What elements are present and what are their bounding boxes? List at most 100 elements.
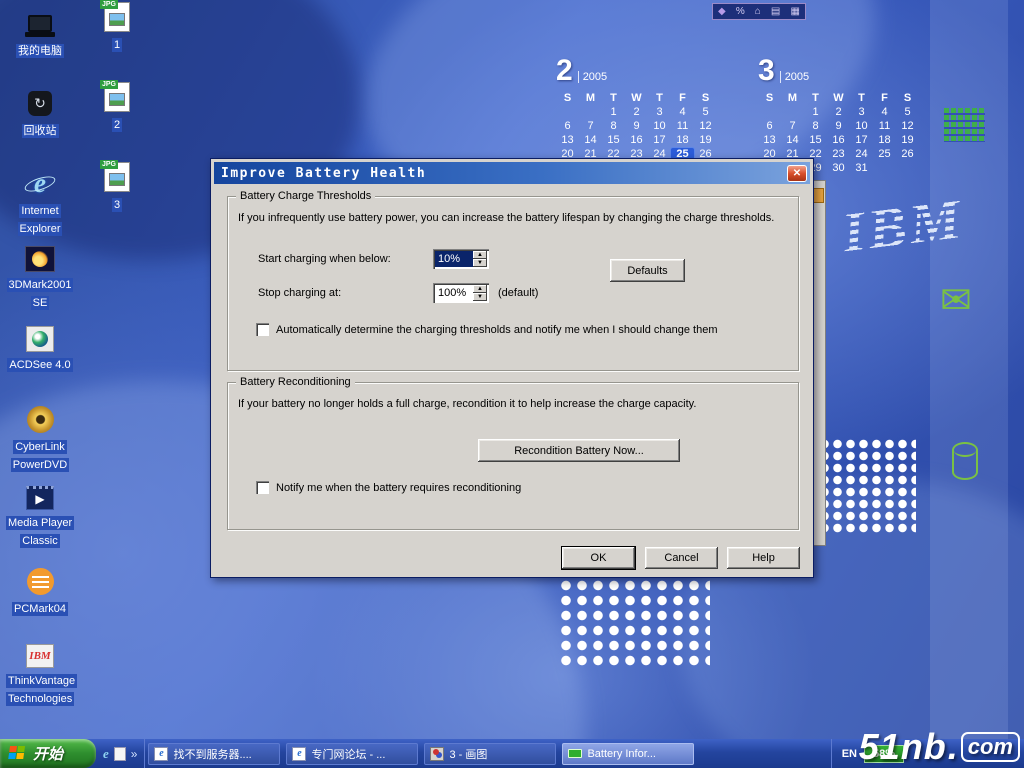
powerdvd-icon <box>22 404 58 434</box>
spinner-down-icon[interactable]: ▼ <box>473 293 487 301</box>
desktop: ✉ IBM ◆ % ⌂ ▤ ▦ 2 2005 SMTWTFS 123456789… <box>0 0 1024 768</box>
watermark-name: 51nb <box>859 726 947 768</box>
spinner-down-icon[interactable]: ▼ <box>473 259 487 267</box>
calendar-day: 16 <box>625 134 648 146</box>
auto-determine-checkbox[interactable] <box>256 323 269 336</box>
widget-diamond-icon[interactable]: ◆ <box>718 7 726 17</box>
improve-battery-health-dialog: Improve Battery Health ✕ Battery Charge … <box>210 158 814 578</box>
ok-button[interactable]: OK <box>562 547 635 569</box>
desktop-icon-recycle-bin[interactable]: ↻ 回收站 <box>6 88 74 139</box>
jpg-badge: JPG <box>100 0 118 9</box>
desktop-icon-jpg-2[interactable]: JPG 2 <box>88 82 146 133</box>
calendar-month: 3 <box>758 56 775 86</box>
stop-charging-value[interactable]: 100% <box>435 285 473 301</box>
dialog-title: Improve Battery Health <box>221 166 787 181</box>
ie-page-icon: e <box>154 747 168 761</box>
watermark-dot: . <box>948 726 958 768</box>
jpg-file-icon: JPG <box>104 82 130 112</box>
dialog-title-bar[interactable]: Improve Battery Health ✕ <box>214 162 810 184</box>
cancel-button[interactable]: Cancel <box>645 547 718 569</box>
desktop-icon-label: 2 <box>112 118 122 132</box>
task-button-label: 3 - 画图 <box>449 746 487 762</box>
widget-percent-icon[interactable]: % <box>736 7 745 17</box>
desktop-icon-internet-explorer[interactable]: e Internet Explorer <box>6 168 74 237</box>
task-button-forum[interactable]: e 专门网论坛 - ... <box>286 743 418 765</box>
widget-list-icon[interactable]: ▤ <box>771 7 780 17</box>
desktop-icon-pcmark04[interactable]: PCMark04 <box>6 566 74 617</box>
calendar-day <box>873 162 896 174</box>
task-button-paint[interactable]: 3 - 画图 <box>424 743 556 765</box>
calendar-day <box>896 162 919 174</box>
widget-grid-icon[interactable]: ▦ <box>790 7 799 17</box>
calendar-day: 13 <box>758 134 781 146</box>
task-button-server-not-found[interactable]: e 找不到服务器.... <box>148 743 280 765</box>
desktop-icon-acdsee[interactable]: ACDSee 4.0 <box>6 326 74 373</box>
desktop-icon-powerdvd[interactable]: CyberLink PowerDVD <box>6 404 74 473</box>
notify-reconditioning-checkbox-row[interactable]: Notify me when the battery requires reco… <box>256 481 786 494</box>
wallpaper-dots-grid <box>558 578 710 666</box>
desktop-icon-label: CyberLink PowerDVD <box>11 440 69 472</box>
calendar-day: 4 <box>671 106 694 118</box>
calendar-day-header: W <box>625 92 648 104</box>
desktop-icon-media-player-classic[interactable]: ▶ Media Player Classic <box>6 486 74 549</box>
widget-home-icon[interactable]: ⌂ <box>755 7 761 17</box>
calendar-day: 8 <box>602 120 625 132</box>
calendar-day: 23 <box>827 148 850 160</box>
desktop-icon-label: Internet Explorer <box>18 204 63 236</box>
task-button-label: Battery Infor... <box>587 748 655 760</box>
desktop-icon-label: 3 <box>112 198 122 212</box>
desktop-icon-thinkvantage[interactable]: IBM ThinkVantage Technologies <box>6 644 74 707</box>
help-button[interactable]: Help <box>727 547 800 569</box>
spinner-up-icon[interactable]: ▲ <box>473 285 487 293</box>
desktop-icon-label: 回收站 <box>22 124 59 138</box>
desktop-icon-jpg-1[interactable]: JPG 1 <box>88 2 146 53</box>
start-charging-value[interactable]: 10% <box>435 251 473 267</box>
task-button-battery-information[interactable]: Battery Infor... <box>562 743 694 765</box>
watermark-suffix: com <box>961 732 1020 762</box>
calendar-day: 16 <box>827 134 850 146</box>
access-widget[interactable]: ◆ % ⌂ ▤ ▦ <box>712 3 806 20</box>
calendar-day: 8 <box>804 120 827 132</box>
calendar-day: 18 <box>873 134 896 146</box>
calendar-day: 4 <box>873 106 896 118</box>
calendar-day: 1 <box>602 106 625 118</box>
calendar-march: 3 2005 SMTWTFS 1234567891011121314151617… <box>758 54 919 174</box>
quick-launch-desktop-icon[interactable] <box>114 747 126 761</box>
calendar-day-header: M <box>781 92 804 104</box>
spinner-up-icon[interactable]: ▲ <box>473 251 487 259</box>
start-button[interactable]: 开始 <box>0 739 96 768</box>
notify-reconditioning-checkbox[interactable] <box>256 481 269 494</box>
calendar-day-header: S <box>896 92 919 104</box>
start-charging-spinner[interactable]: 10% ▲ ▼ <box>433 249 489 269</box>
desktop-icon-my-computer[interactable]: 我的电脑 <box>6 8 74 59</box>
desktop-icon-3dmark2001[interactable]: 3DMark2001 SE <box>6 246 74 311</box>
calendar-day-header: M <box>579 92 602 104</box>
close-icon[interactable]: ✕ <box>787 165 807 182</box>
wallpaper-grid-icon <box>944 108 985 142</box>
calendar-day: 5 <box>896 106 919 118</box>
media-player-classic-icon: ▶ <box>26 486 54 510</box>
pcmark-icon <box>22 566 58 596</box>
calendar-year: 2005 <box>780 71 809 83</box>
defaults-button[interactable]: Defaults <box>610 259 685 282</box>
desktop-icon-label: PCMark04 <box>12 602 68 616</box>
stop-charging-label: Stop charging at: <box>258 287 341 299</box>
calendar-header: 3 2005 <box>758 54 919 86</box>
jpg-thumbnail <box>109 93 125 106</box>
auto-determine-checkbox-row[interactable]: Automatically determine the charging thr… <box>256 323 786 336</box>
database-cylinder-icon <box>952 442 978 480</box>
battery-reconditioning-group: Battery Reconditioning If your battery n… <box>227 382 799 530</box>
stop-charging-spinner[interactable]: 100% ▲ ▼ <box>433 283 489 303</box>
quick-launch-ie-icon[interactable]: e <box>103 746 109 762</box>
thinkvantage-icon: IBM <box>26 644 54 668</box>
calendar-month: 2 <box>556 56 573 86</box>
calendar-day: 3 <box>648 106 671 118</box>
calendar-day: 26 <box>896 148 919 160</box>
quick-launch-more-chevron-icon[interactable]: » <box>131 747 138 761</box>
desktop-icon-jpg-3[interactable]: JPG 3 <box>88 162 146 213</box>
calendar-day: 19 <box>896 134 919 146</box>
language-indicator[interactable]: EN <box>842 748 857 760</box>
recondition-battery-button[interactable]: Recondition Battery Now... <box>478 439 680 462</box>
calendar-day-headers: SMTWTFS <box>758 92 919 104</box>
internet-explorer-icon: e <box>22 168 58 198</box>
